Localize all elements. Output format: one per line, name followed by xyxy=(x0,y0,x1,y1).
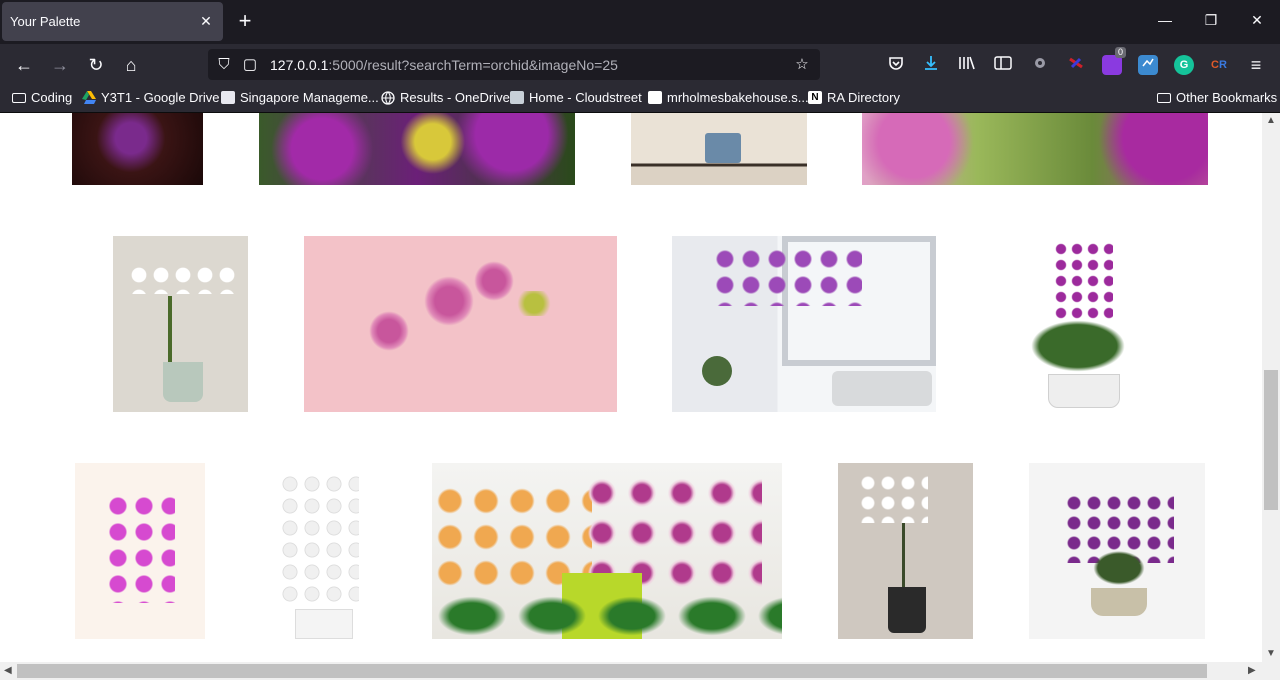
home-icon[interactable]: ⌂ xyxy=(119,53,143,77)
bookmark-label: mrholmesbakehouse.s... xyxy=(667,90,809,105)
bookmark-mrholmesbakehouse[interactable]: mrholmesbakehouse.s... xyxy=(648,90,809,105)
tab-your-palette[interactable]: Your Palette ✕ xyxy=(2,2,223,41)
bookmark-ra-directory[interactable]: N RA Directory xyxy=(808,90,900,105)
smu-icon xyxy=(221,91,235,104)
minimize-icon[interactable]: — xyxy=(1155,12,1175,28)
image-gallery xyxy=(0,113,1262,662)
library-icon[interactable] xyxy=(957,55,977,75)
bookmark-label: Home - Cloudstreet xyxy=(529,90,642,105)
bookmark-singapore-management[interactable]: Singapore Manageme... xyxy=(221,90,379,105)
page-info-icon[interactable]: ▢ xyxy=(240,55,260,75)
new-tab-button[interactable]: + xyxy=(234,10,256,32)
menu-icon[interactable]: ≡ xyxy=(1244,53,1268,77)
extension-badge-icon[interactable]: 0 xyxy=(1102,47,1126,75)
url-path: :5000/result?searchTerm=orchid&imageNo=2… xyxy=(328,57,618,73)
horizontal-scrollbar-thumb[interactable] xyxy=(17,664,1207,678)
bookmark-coding[interactable]: Coding xyxy=(12,90,72,105)
vertical-scrollbar-thumb[interactable] xyxy=(1264,370,1278,510)
scroll-up-icon[interactable]: ▲ xyxy=(1266,115,1276,126)
other-bookmarks[interactable]: Other Bookmarks xyxy=(1157,90,1277,105)
gallery-image[interactable] xyxy=(838,463,973,639)
scroll-left-icon[interactable]: ◀ xyxy=(4,665,12,676)
bookmark-star-icon[interactable]: ☆ xyxy=(792,55,812,75)
gallery-image[interactable] xyxy=(1013,236,1140,412)
notion-icon: N xyxy=(808,91,822,104)
downloads-icon[interactable] xyxy=(921,55,941,75)
google-drive-icon xyxy=(82,91,96,104)
gallery-image[interactable] xyxy=(1029,463,1205,639)
bookmark-y3t1-google-drive[interactable]: Y3T1 - Google Drive xyxy=(82,90,220,105)
gallery-image[interactable] xyxy=(75,463,205,639)
window-close-icon[interactable]: ✕ xyxy=(1247,12,1267,29)
bookmark-label: RA Directory xyxy=(827,90,900,105)
color-extension-icon[interactable]: CR xyxy=(1209,55,1229,75)
url-text[interactable]: 127.0.0.1:5000/result?searchTerm=orchid&… xyxy=(270,57,618,73)
grammarly-icon[interactable]: G xyxy=(1174,55,1194,75)
gallery-image[interactable] xyxy=(304,236,617,412)
tab-title: Your Palette xyxy=(10,14,81,29)
navigation-toolbar: ← → ↻ ⌂ ⛉ ▢ 127.0.0.1:5000/result?search… xyxy=(0,44,1280,86)
gallery-image[interactable] xyxy=(113,236,248,412)
gallery-image[interactable] xyxy=(259,463,377,639)
reload-icon[interactable]: ↻ xyxy=(84,53,108,77)
sidebar-icon[interactable] xyxy=(993,55,1013,75)
bookmarks-toolbar: Coding Y3T1 - Google Drive Singapore Man… xyxy=(0,86,1280,113)
folder-icon xyxy=(12,92,26,103)
gallery-image[interactable] xyxy=(862,113,1208,185)
extension-badge-count: 0 xyxy=(1114,47,1126,58)
tracking-shield-icon[interactable]: ⛉ xyxy=(214,55,234,75)
cloudstreet-icon xyxy=(510,91,524,104)
globe-icon xyxy=(381,90,395,105)
restore-icon[interactable]: ❐ xyxy=(1201,12,1221,29)
forward-icon[interactable]: → xyxy=(48,53,72,77)
other-bookmarks-label: Other Bookmarks xyxy=(1176,90,1278,105)
bookmark-label: Singapore Manageme... xyxy=(240,90,379,105)
bakehouse-icon xyxy=(648,91,662,104)
bookmark-label: Y3T1 - Google Drive xyxy=(101,90,220,105)
tab-strip: Your Palette ✕ + — ❐ ✕ xyxy=(0,0,1280,44)
settings-extension-icon[interactable] xyxy=(1030,55,1050,75)
gallery-image[interactable] xyxy=(72,113,203,185)
close-tab-icon[interactable]: ✕ xyxy=(197,12,215,30)
gallery-image[interactable] xyxy=(672,236,936,412)
scroll-right-icon[interactable]: ▶ xyxy=(1248,665,1256,676)
gallery-image[interactable] xyxy=(631,113,807,185)
gallery-image[interactable] xyxy=(432,463,782,639)
scroll-down-icon[interactable]: ▼ xyxy=(1266,648,1276,659)
gallery-image[interactable] xyxy=(259,113,575,185)
vpn-extension-icon[interactable] xyxy=(1066,55,1086,75)
bookmark-label: Results - OneDrive xyxy=(400,90,510,105)
folder-icon xyxy=(1157,92,1171,103)
bookmark-results-onedrive[interactable]: Results - OneDrive xyxy=(381,90,510,105)
pocket-icon[interactable] xyxy=(886,55,906,75)
back-icon[interactable]: ← xyxy=(12,53,36,77)
bookmark-label: Coding xyxy=(31,90,73,105)
url-host: 127.0.0.1 xyxy=(270,57,329,73)
url-bar[interactable]: ⛉ ▢ 127.0.0.1:5000/result?searchTerm=orc… xyxy=(208,49,820,80)
screenshot-extension-icon[interactable] xyxy=(1138,55,1158,75)
bookmark-home-cloudstreet[interactable]: Home - Cloudstreet xyxy=(510,90,642,105)
